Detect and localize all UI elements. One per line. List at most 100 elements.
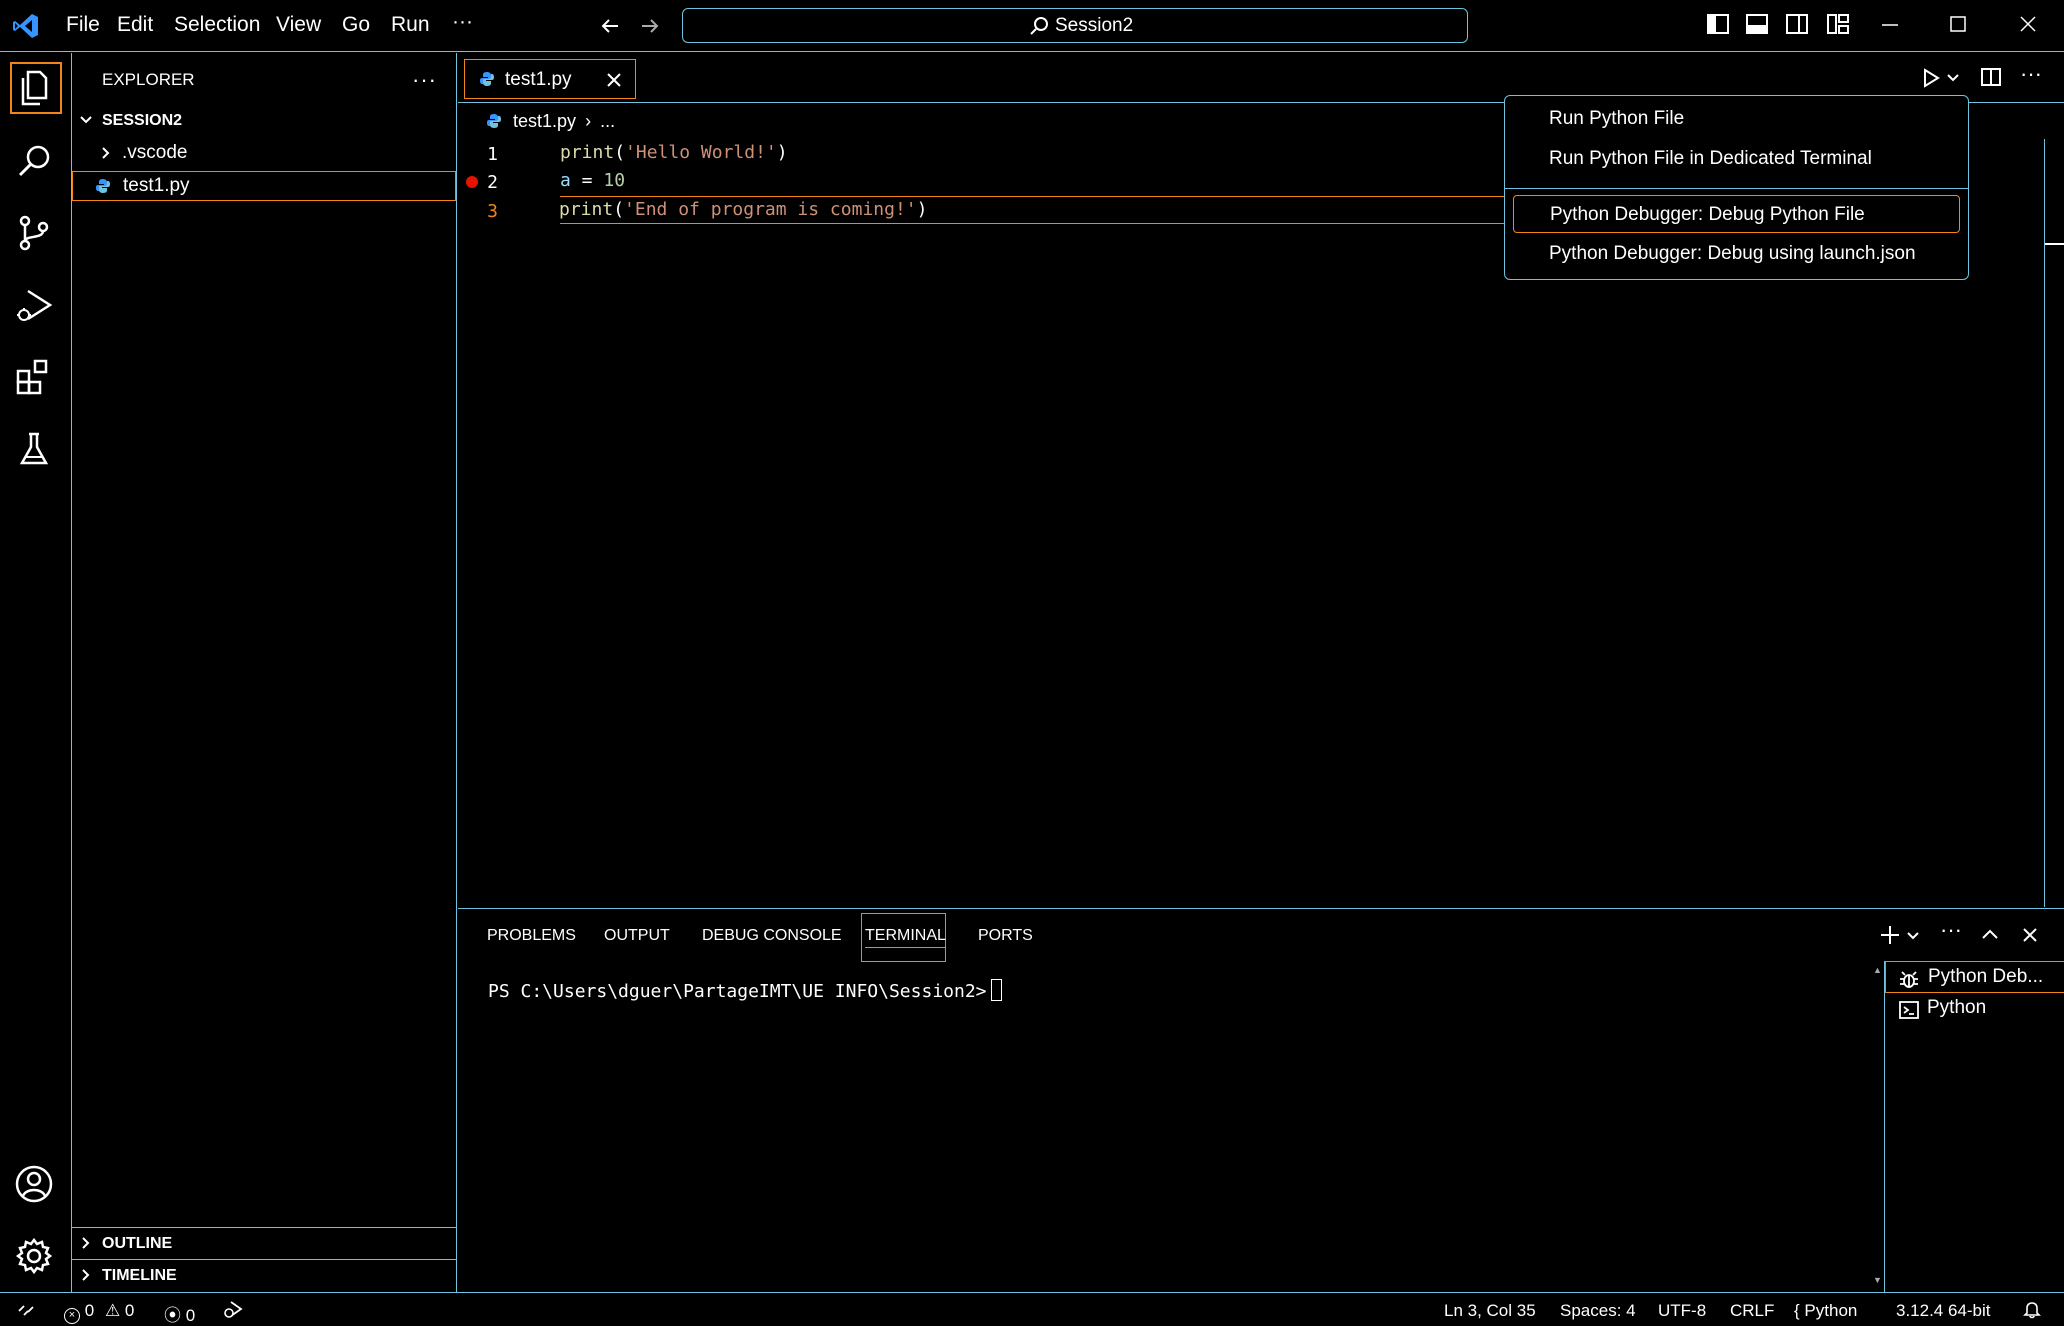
outline-section[interactable]: OUTLINE xyxy=(72,1227,456,1259)
tab-test1py[interactable]: test1.py xyxy=(464,59,636,99)
minimize-icon[interactable] xyxy=(1878,12,1906,40)
menu-item-debug-python-file[interactable]: Python Debugger: Debug Python File xyxy=(1513,195,1960,233)
code-token-string: 'End of program is coming!' xyxy=(624,199,917,220)
chevron-right-icon xyxy=(78,1235,94,1251)
notifications-bell-icon[interactable] xyxy=(2022,1299,2042,1319)
braces-icon: { xyxy=(1794,1301,1800,1320)
terminal-item-python[interactable]: Python xyxy=(1885,993,2064,1025)
menu-go[interactable]: Go xyxy=(342,13,370,37)
code-line-3-current[interactable]: 3 print('End of program is coming!') xyxy=(487,196,1608,224)
code-token-string: 'Hello World!' xyxy=(625,142,777,163)
panel-more-actions-icon[interactable]: ··· xyxy=(1940,917,1962,943)
terminal-output[interactable]: PS C:\Users\dguer\PartageIMT\UE INFO\Ses… xyxy=(488,979,1002,1002)
tree-item-test1py[interactable]: test1.py xyxy=(72,171,456,201)
new-terminal-plus-icon[interactable] xyxy=(1878,923,1902,947)
code-token-punct: ( xyxy=(614,142,626,163)
chevron-right-icon: › xyxy=(585,111,592,131)
terminal-scrollbar[interactable]: ▲ ▼ xyxy=(1870,961,1884,1293)
tree-item-vscode[interactable]: .vscode xyxy=(72,139,456,169)
bottom-panel: PROBLEMS OUTPUT DEBUG CONSOLE TERMINAL P… xyxy=(458,908,2064,1293)
explorer-icon[interactable] xyxy=(10,62,62,114)
editor-more-actions-icon[interactable]: ··· xyxy=(2020,61,2042,87)
line-number: 3 xyxy=(487,201,498,222)
code-token-fn: print xyxy=(559,199,614,220)
search-view-icon[interactable] xyxy=(10,137,62,189)
menu-item-debug-launch-json[interactable]: Python Debugger: Debug using launch.json xyxy=(1513,235,1960,273)
language-mode[interactable]: { Python xyxy=(1794,1301,1857,1321)
extensions-icon[interactable] xyxy=(10,353,62,405)
close-tab-icon[interactable] xyxy=(605,71,623,89)
timeline-section[interactable]: TIMELINE xyxy=(72,1259,456,1291)
source-control-icon[interactable] xyxy=(10,209,62,261)
vscode-logo-icon xyxy=(12,12,40,40)
terminal-prompt: PS C:\Users\dguer\PartageIMT\UE INFO\Ses… xyxy=(488,981,987,1002)
menu-more[interactable]: ··· xyxy=(452,10,473,34)
python-file-icon xyxy=(486,113,502,129)
customize-layout-icon[interactable] xyxy=(1826,12,1854,40)
code-line-2[interactable]: 2 a = 10 xyxy=(458,168,1608,196)
terminal-dropdown-chevron-icon[interactable] xyxy=(1906,929,1920,943)
menu-item-run-python-file[interactable]: Run Python File xyxy=(1513,100,1960,138)
search-icon xyxy=(1029,16,1049,36)
close-panel-icon[interactable] xyxy=(2020,925,2040,945)
terminal-cursor xyxy=(990,979,1002,1001)
close-window-icon[interactable] xyxy=(2016,12,2044,40)
menu-edit[interactable]: Edit xyxy=(117,13,153,37)
remote-indicator-icon[interactable] xyxy=(16,1299,36,1319)
chevron-right-icon xyxy=(98,145,114,161)
folder-root-session2[interactable]: SESSION2 xyxy=(72,106,456,136)
tab-ports[interactable]: PORTS xyxy=(978,927,1033,945)
split-editor-icon[interactable] xyxy=(1980,66,2002,88)
broadcast-icon: ⦿ xyxy=(164,1306,181,1325)
breadcrumb-symbols[interactable]: ... xyxy=(600,111,615,131)
run-python-file-icon[interactable] xyxy=(1920,67,1942,89)
tab-label: test1.py xyxy=(505,69,572,90)
run-and-debug-icon[interactable] xyxy=(10,281,62,333)
toggle-primary-sidebar-icon[interactable] xyxy=(1706,12,1734,40)
menu-view[interactable]: View xyxy=(276,13,321,37)
code-token-number: 10 xyxy=(603,170,626,191)
timeline-label: TIMELINE xyxy=(102,1267,177,1284)
encoding[interactable]: UTF-8 xyxy=(1658,1301,1706,1321)
indentation[interactable]: Spaces: 4 xyxy=(1560,1301,1636,1321)
scroll-up-arrow-icon[interactable]: ▲ xyxy=(1873,965,1882,975)
code-text: print('Hello World!') xyxy=(560,142,788,163)
menu-file[interactable]: File xyxy=(66,13,100,37)
explorer-more-actions-icon[interactable]: ··· xyxy=(412,67,437,93)
testing-flask-icon[interactable] xyxy=(10,425,62,477)
cursor-position[interactable]: Ln 3, Col 35 xyxy=(1444,1301,1536,1321)
code-text: print('End of program is coming!') xyxy=(559,199,927,220)
tab-terminal-label: TERMINAL xyxy=(865,927,946,948)
activity-bar xyxy=(0,53,72,1292)
forward-arrow-icon[interactable] xyxy=(638,14,662,38)
editor-scrollbar[interactable] xyxy=(2044,139,2064,907)
problems-indicator[interactable]: × 0 ⚠ 0 xyxy=(64,1301,134,1324)
menu-run[interactable]: Run xyxy=(391,13,430,37)
menu-selection[interactable]: Selection xyxy=(174,13,260,37)
tab-terminal[interactable]: TERMINAL xyxy=(861,913,946,962)
explorer-sidebar: EXPLORER ··· SESSION2 .vscode test1.py O… xyxy=(72,53,457,1292)
python-interpreter[interactable]: 3.12.4 64-bit xyxy=(1896,1301,1991,1321)
tab-debug-console[interactable]: DEBUG CONSOLE xyxy=(702,927,842,945)
scrollbar-marker xyxy=(2045,243,2064,245)
menu-item-run-dedicated-terminal[interactable]: Run Python File in Dedicated Terminal xyxy=(1513,140,1960,178)
tab-output[interactable]: OUTPUT xyxy=(604,927,670,945)
maximize-panel-chevron-up-icon[interactable] xyxy=(1980,925,2000,945)
code-line-1[interactable]: 1 print('Hello World!') xyxy=(458,140,1608,168)
terminal-item-python-debug[interactable]: Python Deb... xyxy=(1885,961,2064,993)
breadcrumb-file[interactable]: test1.py xyxy=(513,111,576,131)
run-dropdown-chevron-icon[interactable] xyxy=(1946,71,1960,85)
scroll-down-arrow-icon[interactable]: ▼ xyxy=(1873,1275,1882,1285)
toggle-panel-icon[interactable] xyxy=(1745,12,1773,40)
debug-launch-icon[interactable] xyxy=(222,1298,244,1320)
maximize-icon[interactable] xyxy=(1946,12,1974,40)
command-center-search[interactable]: Session2 xyxy=(682,8,1468,43)
end-of-line[interactable]: CRLF xyxy=(1730,1301,1774,1321)
python-file-icon xyxy=(479,71,495,87)
toggle-secondary-sidebar-icon[interactable] xyxy=(1785,12,1813,40)
back-arrow-icon[interactable] xyxy=(598,14,622,38)
tab-problems[interactable]: PROBLEMS xyxy=(487,927,576,945)
settings-gear-icon[interactable] xyxy=(10,1232,62,1284)
accounts-icon[interactable] xyxy=(10,1160,62,1212)
ports-indicator[interactable]: ⦿ 0 xyxy=(164,1301,195,1326)
